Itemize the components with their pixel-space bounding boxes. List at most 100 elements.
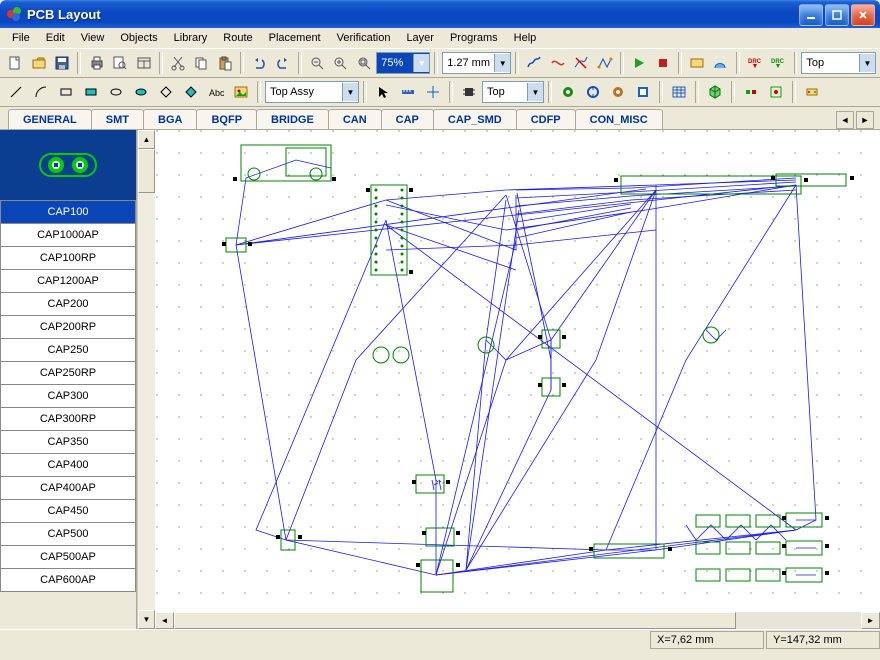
list-item[interactable]: CAP500AP	[0, 546, 136, 569]
minimize-button[interactable]	[799, 4, 823, 26]
zoom-fit-icon[interactable]	[353, 51, 375, 75]
text-icon[interactable]: Abc	[204, 80, 228, 104]
pad-icon[interactable]	[581, 80, 605, 104]
canvas-hscroll[interactable]: ◄ ►	[155, 612, 880, 629]
menu-view[interactable]: View	[73, 30, 113, 46]
rect-icon[interactable]	[54, 80, 78, 104]
hole-icon[interactable]	[606, 80, 630, 104]
sidebar-scrollbar[interactable]: ▲ ▼	[137, 130, 155, 629]
cut-icon[interactable]	[167, 51, 189, 75]
tab-bqfp[interactable]: BQFP	[196, 109, 257, 129]
close-button[interactable]	[851, 4, 875, 26]
ellipsefill-icon[interactable]	[129, 80, 153, 104]
chip-icon[interactable]	[457, 80, 481, 104]
tab-capsmd[interactable]: CAP_SMD	[433, 109, 517, 129]
tabnav-right-icon[interactable]: ►	[856, 111, 874, 129]
copper-icon[interactable]	[631, 80, 655, 104]
print-icon[interactable]	[85, 51, 107, 75]
tab-smt[interactable]: SMT	[91, 109, 144, 129]
list-item[interactable]: CAP300	[0, 385, 136, 408]
new-icon[interactable]	[4, 51, 26, 75]
scroll-up-icon[interactable]: ▲	[138, 130, 155, 149]
list-item[interactable]: CAP350	[0, 431, 136, 454]
tab-bridge[interactable]: BRIDGE	[256, 109, 329, 129]
tab-general[interactable]: GENERAL	[8, 109, 92, 129]
via-icon[interactable]	[556, 80, 580, 104]
list-item[interactable]: CAP400	[0, 454, 136, 477]
scroll-thumb[interactable]	[138, 149, 155, 193]
arc-icon[interactable]	[29, 80, 53, 104]
menu-programs[interactable]: Programs	[442, 30, 506, 46]
tab-can[interactable]: CAN	[328, 109, 382, 129]
misc3-icon[interactable]	[800, 80, 824, 104]
paste-icon[interactable]	[214, 51, 236, 75]
drc2-icon[interactable]: DRC	[767, 51, 789, 75]
tab-conmisc[interactable]: CON_MISC	[575, 109, 663, 129]
list-item[interactable]: CAP400AP	[0, 477, 136, 500]
open-icon[interactable]	[27, 51, 49, 75]
list-item[interactable]: CAP250	[0, 339, 136, 362]
image-icon[interactable]	[229, 80, 253, 104]
layer2-combo[interactable]: Top▼	[482, 81, 544, 103]
tab-cdfp[interactable]: CDFP	[516, 109, 576, 129]
menu-library[interactable]: Library	[166, 30, 216, 46]
redo-icon[interactable]	[271, 51, 293, 75]
list-item[interactable]: CAP1200AP	[0, 270, 136, 293]
hscroll-left-icon[interactable]: ◄	[155, 612, 174, 629]
menu-placement[interactable]: Placement	[261, 30, 329, 46]
zoom-out-icon[interactable]	[306, 51, 328, 75]
measure-icon[interactable]	[396, 80, 420, 104]
origin-icon[interactable]	[421, 80, 445, 104]
tab-bga[interactable]: BGA	[143, 109, 197, 129]
line-icon[interactable]	[4, 80, 28, 104]
drc-icon[interactable]: DRC	[744, 51, 766, 75]
ellipse-icon[interactable]	[104, 80, 128, 104]
undo-icon[interactable]	[248, 51, 270, 75]
tabnav-left-icon[interactable]: ◄	[836, 111, 854, 129]
zoom-combo[interactable]: 75%▼	[376, 52, 430, 74]
misc2-icon[interactable]	[764, 80, 788, 104]
tool-b-icon[interactable]	[709, 51, 731, 75]
polyfill-icon[interactable]	[179, 80, 203, 104]
misc1-icon[interactable]	[739, 80, 763, 104]
table-icon[interactable]	[667, 80, 691, 104]
hscroll-thumb[interactable]	[174, 612, 736, 629]
route-auto-icon[interactable]	[547, 51, 569, 75]
run-icon[interactable]	[628, 51, 650, 75]
layer-combo[interactable]: Top▼	[801, 52, 876, 74]
pcb-canvas[interactable]	[155, 130, 880, 612]
save-icon[interactable]	[51, 51, 73, 75]
list-item[interactable]: CAP450	[0, 500, 136, 523]
list-item[interactable]: CAP1000AP	[0, 224, 136, 247]
copy-icon[interactable]	[190, 51, 212, 75]
assy-combo[interactable]: Top Assy▼	[265, 81, 359, 103]
hscroll-right-icon[interactable]: ►	[861, 612, 880, 629]
scroll-down-icon[interactable]: ▼	[138, 610, 155, 629]
route-manual-icon[interactable]	[523, 51, 545, 75]
3d-icon[interactable]	[703, 80, 727, 104]
maximize-button[interactable]	[825, 4, 849, 26]
list-item[interactable]: CAP200	[0, 293, 136, 316]
preview-icon[interactable]	[109, 51, 131, 75]
tool-a-icon[interactable]	[686, 51, 708, 75]
stop-icon[interactable]	[651, 51, 673, 75]
ratsnest-icon[interactable]	[594, 51, 616, 75]
menu-route[interactable]: Route	[215, 30, 260, 46]
list-item[interactable]: CAP600AP	[0, 569, 136, 592]
list-item[interactable]: CAP100	[0, 200, 136, 224]
list-item[interactable]: CAP200RP	[0, 316, 136, 339]
poly-icon[interactable]	[154, 80, 178, 104]
menu-verification[interactable]: Verification	[329, 30, 399, 46]
menu-file[interactable]: File	[4, 30, 38, 46]
rectfill-icon[interactable]	[79, 80, 103, 104]
cursor-icon[interactable]	[371, 80, 395, 104]
tab-cap[interactable]: CAP	[381, 109, 434, 129]
menu-help[interactable]: Help	[506, 30, 545, 46]
unroute-icon[interactable]	[570, 51, 592, 75]
list-item[interactable]: CAP250RP	[0, 362, 136, 385]
grid-combo[interactable]: 1.27 mm▼	[442, 52, 511, 74]
titles-icon[interactable]	[132, 51, 154, 75]
menu-edit[interactable]: Edit	[38, 30, 73, 46]
menu-layer[interactable]: Layer	[398, 30, 442, 46]
zoom-in-icon[interactable]	[329, 51, 351, 75]
